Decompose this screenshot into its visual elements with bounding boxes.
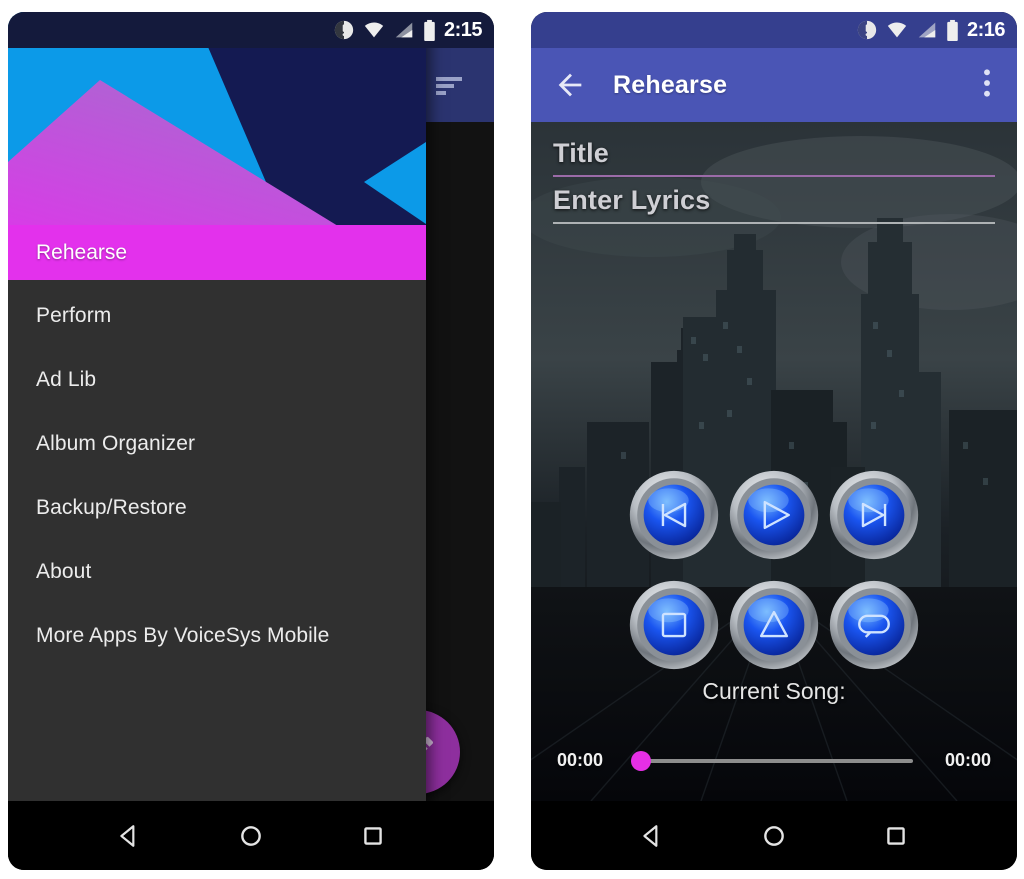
overflow-menu-button[interactable]: [983, 68, 991, 103]
nav-home-button[interactable]: [236, 821, 266, 851]
nav-home-button[interactable]: [759, 821, 789, 851]
title-field-placeholder: Title: [553, 138, 610, 168]
drawer-item-label: More Apps By VoiceSys Mobile: [36, 624, 330, 647]
lyrics-field-underline: [553, 222, 995, 224]
seek-thumb[interactable]: [631, 750, 651, 771]
drawer-item-about[interactable]: About: [8, 540, 426, 604]
navigation-drawer: Rehearse Perform Ad Lib Album Organizer …: [8, 12, 426, 870]
previous-button[interactable]: [624, 460, 724, 570]
recents-square-icon: [364, 826, 382, 845]
drawer-item-album-organizer[interactable]: Album Organizer: [8, 412, 426, 476]
drawer-header: Rehearse: [8, 12, 426, 280]
home-circle-icon: [764, 825, 784, 846]
nav-recents-button[interactable]: [881, 821, 911, 851]
drawer-item-label: Backup/Restore: [36, 496, 187, 519]
left-screen: Rehearse Perform Ad Lib Album Organizer …: [8, 12, 494, 870]
current-song-label: Current Song:: [702, 678, 846, 704]
drawer-item-rehearse[interactable]: Rehearse: [8, 225, 426, 280]
drawer-item-more-apps[interactable]: More Apps By VoiceSys Mobile: [8, 604, 426, 668]
rehearse-app-bar: Rehearse: [531, 48, 1017, 122]
drawer-item-perform[interactable]: Perform: [8, 284, 426, 348]
cell-signal-icon: [395, 22, 413, 38]
lyrics-field[interactable]: Enter Lyrics: [531, 185, 1017, 224]
loop-button[interactable]: [824, 570, 924, 680]
nav-back-button[interactable]: [637, 821, 667, 851]
nav-back-button[interactable]: [114, 821, 144, 851]
overflow-menu-icon: [984, 68, 990, 97]
left-status-bar: 2:15: [8, 12, 494, 48]
sort-icon[interactable]: [434, 74, 464, 103]
battery-icon: [947, 19, 958, 41]
notification-dot-icon: [857, 20, 877, 40]
rehearse-content: Title Enter Lyrics Current Song: 00:00 0…: [531, 122, 1017, 801]
seek-bar: 00:00 00:00: [531, 750, 1017, 771]
cell-signal-icon: [918, 22, 936, 38]
title-field-underline: [553, 175, 995, 177]
back-arrow-icon: [558, 73, 582, 97]
status-bar-time: 2:16: [966, 19, 1006, 41]
back-triangle-icon: [643, 824, 658, 847]
recents-square-icon: [887, 826, 905, 845]
title-field[interactable]: Title: [531, 138, 1017, 177]
right-screen: Rehearse Title Enter Lyrics Current Song…: [531, 12, 1017, 870]
total-time: 00:00: [944, 750, 991, 770]
right-android-nav-bar: [531, 801, 1017, 870]
play-button[interactable]: [724, 460, 824, 570]
drawer-item-label: Perform: [36, 304, 112, 327]
phone-right: Rehearse Title Enter Lyrics Current Song…: [531, 12, 1017, 870]
home-circle-icon: [241, 825, 261, 846]
wifi-icon: [887, 22, 907, 38]
seek-track[interactable]: [631, 750, 913, 771]
right-status-bar: 2:16: [531, 12, 1017, 48]
wifi-icon: [364, 22, 384, 38]
page-title: Rehearse: [613, 70, 728, 99]
lyrics-field-placeholder: Enter Lyrics: [553, 185, 711, 215]
next-button[interactable]: [824, 460, 924, 570]
drawer-item-label: About: [36, 560, 92, 583]
record-button[interactable]: [724, 570, 824, 680]
drawer-item-label: Rehearse: [36, 240, 128, 264]
elapsed-time: 00:00: [557, 750, 604, 770]
drawer-item-ad-lib[interactable]: Ad Lib: [8, 348, 426, 412]
phone-left: Rehearse Perform Ad Lib Album Organizer …: [8, 12, 494, 870]
back-arrow-button[interactable]: [553, 68, 587, 102]
drawer-item-backup-restore[interactable]: Backup/Restore: [8, 476, 426, 540]
nav-recents-button[interactable]: [358, 821, 388, 851]
drawer-item-label: Ad Lib: [36, 368, 97, 391]
status-bar-time: 2:15: [443, 19, 483, 41]
media-controls: [624, 460, 924, 680]
drawer-item-label: Album Organizer: [36, 432, 196, 455]
stop-button[interactable]: [624, 570, 724, 680]
back-triangle-icon: [120, 824, 135, 847]
left-android-nav-bar: [8, 801, 494, 870]
drawer-menu-list: Perform Ad Lib Album Organizer Backup/Re…: [8, 280, 426, 668]
notification-dot-icon: [334, 20, 354, 40]
screenshot-root: Rehearse Perform Ad Lib Album Organizer …: [0, 0, 1024, 879]
song-form: Title Enter Lyrics: [531, 138, 1017, 232]
battery-icon: [424, 19, 435, 41]
